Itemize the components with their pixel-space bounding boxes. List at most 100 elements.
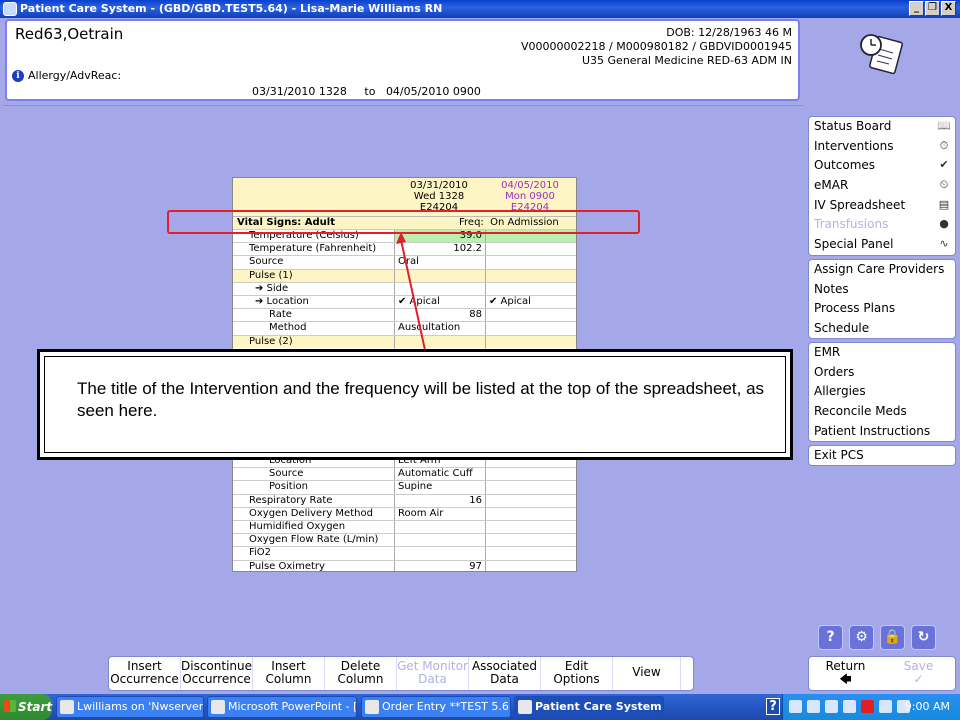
lock-button[interactable]: 🔒 bbox=[880, 625, 905, 650]
taskbar-item[interactable]: Order Entry **TEST 5.6.... bbox=[361, 696, 511, 718]
sidebar-item-status-board[interactable]: Status Board 📖 bbox=[809, 117, 955, 137]
row-label: Position bbox=[269, 481, 308, 493]
cell-col1[interactable]: Automatic Cuff bbox=[394, 468, 485, 482]
sidebar-item-schedule[interactable]: Schedule bbox=[809, 319, 955, 339]
row-label: Pulse Oximetry bbox=[249, 560, 325, 572]
sidebar-item-orders[interactable]: Orders bbox=[809, 363, 955, 383]
cell-col2[interactable]: ✔ Apical bbox=[485, 296, 576, 309]
cell-col2[interactable] bbox=[485, 309, 576, 323]
tray-n-icon[interactable] bbox=[861, 700, 874, 713]
sidebar-item-transfusions[interactable]: Transfusions ● bbox=[809, 215, 955, 235]
sidebar-group-care: Assign Care Providers Notes Process Plans S… bbox=[808, 259, 956, 339]
sidebar-item-emar[interactable]: eMAR ⏲ bbox=[809, 176, 955, 196]
patient-demographics: DOB: 12/28/1963 46 M V00000002218 / M000… bbox=[521, 26, 792, 68]
table-row[interactable]: Position Supine bbox=[233, 480, 576, 495]
cell-col2[interactable] bbox=[485, 547, 576, 561]
cell-col2[interactable] bbox=[485, 243, 576, 257]
tray-hand-icon[interactable] bbox=[789, 700, 802, 713]
table-row[interactable]: Source Automatic Cuff bbox=[233, 467, 576, 482]
column-header-2[interactable]: 04/05/2010 Mon 0900 E24204 bbox=[485, 180, 575, 213]
sidebar-item-allergies[interactable]: Allergies bbox=[809, 382, 955, 402]
cell-col1[interactable]: Supine bbox=[394, 481, 485, 495]
windows-flag-icon bbox=[4, 700, 16, 712]
cell-col2[interactable] bbox=[485, 256, 576, 270]
toolbar-insert-column-button[interactable]: Insert Column bbox=[253, 657, 325, 690]
window-title-bar[interactable]: Patient Care System - (GBD/GBD.TEST5.64)… bbox=[0, 0, 960, 18]
help-icon[interactable]: ? bbox=[766, 698, 780, 715]
row-label: ➔ Location bbox=[255, 296, 309, 307]
column-header-1[interactable]: 03/31/2010 Wed 1328 E24204 bbox=[394, 180, 484, 213]
col1-date: 03/31/2010 bbox=[410, 180, 468, 191]
cell-col2[interactable] bbox=[485, 269, 576, 283]
toolbar-delete-column-button[interactable]: Delete Column bbox=[325, 657, 397, 690]
toolbar-discontinue-occurrence-button[interactable]: Discontinue Occurrence bbox=[181, 657, 253, 690]
sidebar-item-notes[interactable]: Notes bbox=[809, 280, 955, 300]
sidebar-item-special-panel[interactable]: Special Panel ∿ bbox=[809, 235, 955, 255]
save-button[interactable]: Save ✓ bbox=[882, 657, 955, 690]
table-row[interactable]: Humidified Oxygen bbox=[233, 520, 576, 534]
cell-col2[interactable] bbox=[485, 494, 576, 508]
highlight-box bbox=[167, 210, 640, 234]
checklist-icon: ✔ bbox=[939, 158, 949, 172]
date-range: 03/31/2010 1328 to 04/05/2010 0900 bbox=[252, 85, 481, 98]
callout-text: The title of the Intervention and the fr… bbox=[77, 379, 765, 420]
return-button[interactable]: Return 🡄 bbox=[809, 657, 882, 690]
row-label: Temperature (Fahrenheit) bbox=[249, 243, 377, 255]
cell-col2[interactable] bbox=[485, 560, 576, 571]
cell-col1[interactable] bbox=[394, 547, 485, 561]
help-button[interactable]: ? bbox=[818, 625, 843, 650]
toolbar-insert-occurrence-button[interactable]: Insert Occurrence bbox=[109, 657, 181, 690]
cell-col2[interactable] bbox=[485, 534, 576, 548]
table-row[interactable]: FiO2 bbox=[233, 546, 576, 561]
tray-network-icon[interactable] bbox=[807, 700, 820, 713]
taskbar-item[interactable]: Patient Care System ... bbox=[514, 696, 664, 718]
sidebar-item-iv-spreadsheet[interactable]: IV Spreadsheet ▤ bbox=[809, 196, 955, 216]
clock: 9:00 AM bbox=[904, 700, 950, 713]
cell-col1[interactable]: 16 bbox=[394, 494, 485, 508]
sidebar-item-interventions[interactable]: Interventions ⏱ bbox=[809, 137, 955, 157]
toolbar-get-monitor-data-button[interactable]: Get Monitor Data bbox=[397, 657, 469, 690]
table-row[interactable]: Respiratory Rate 16 bbox=[233, 493, 576, 508]
sidebar-item-assign-care-providers[interactable]: Assign Care Providers bbox=[809, 260, 955, 280]
cell-col2[interactable] bbox=[485, 335, 576, 349]
cell-col2[interactable] bbox=[485, 468, 576, 482]
row-label: Oxygen Flow Rate (L/min) bbox=[249, 534, 379, 546]
app-icon bbox=[3, 2, 17, 16]
table-row[interactable]: Pulse Oximetry 97 bbox=[233, 559, 576, 572]
toolbar-view-button[interactable]: View bbox=[613, 657, 681, 690]
sidebar-item-exit-pcs[interactable]: Exit PCS bbox=[809, 446, 955, 466]
table-row[interactable]: Oxygen Flow Rate (L/min) bbox=[233, 533, 576, 548]
cell-col2[interactable] bbox=[485, 282, 576, 296]
tray-app-icon[interactable] bbox=[843, 700, 856, 713]
refresh-button[interactable]: ↻ bbox=[911, 625, 936, 650]
cell-col2[interactable] bbox=[485, 322, 576, 336]
toolbar-associated-data-button[interactable]: Associated Data bbox=[469, 657, 541, 690]
cell-col1[interactable]: 97 bbox=[394, 560, 485, 571]
close-button[interactable]: X bbox=[941, 1, 956, 16]
tray-monitor-icon[interactable] bbox=[825, 700, 838, 713]
cell-col2[interactable] bbox=[485, 507, 576, 521]
sidebar-item-reconcile-meds[interactable]: Reconcile Meds bbox=[809, 402, 955, 422]
blood-drop-icon: ● bbox=[939, 217, 949, 231]
sidebar-item-outcomes[interactable]: Outcomes ✔ bbox=[809, 156, 955, 176]
cell-col1[interactable] bbox=[394, 521, 485, 534]
taskbar-item[interactable]: Lwilliams on 'Nwserver2\... bbox=[56, 696, 204, 718]
cell-col2[interactable] bbox=[485, 521, 576, 534]
table-row[interactable]: Oxygen Delivery Method Room Air bbox=[233, 506, 576, 521]
allergy-line[interactable]: i Allergy/AdvReac: bbox=[12, 69, 121, 82]
sidebar-item-process-plans[interactable]: Process Plans bbox=[809, 299, 955, 319]
info-icon[interactable]: i bbox=[12, 69, 24, 82]
sidebar-item-patient-instructions[interactable]: Patient Instructions bbox=[809, 422, 955, 442]
settings-button[interactable]: ⚙ bbox=[849, 625, 874, 650]
taskbar-item[interactable]: Microsoft PowerPoint - [... bbox=[207, 696, 357, 718]
restore-button[interactable]: ❐ bbox=[925, 1, 940, 16]
start-button[interactable]: Start bbox=[0, 694, 52, 720]
minimize-button[interactable]: _ bbox=[909, 1, 924, 16]
toolbar-edit-options-button[interactable]: Edit Options bbox=[541, 657, 613, 690]
cell-col1[interactable]: Room Air bbox=[394, 507, 485, 521]
cell-col2[interactable] bbox=[485, 481, 576, 495]
pointer-arrow bbox=[396, 232, 426, 351]
sidebar-item-emr[interactable]: EMR bbox=[809, 343, 955, 363]
cell-col1[interactable] bbox=[394, 534, 485, 548]
tray-tool-icon[interactable] bbox=[879, 700, 892, 713]
